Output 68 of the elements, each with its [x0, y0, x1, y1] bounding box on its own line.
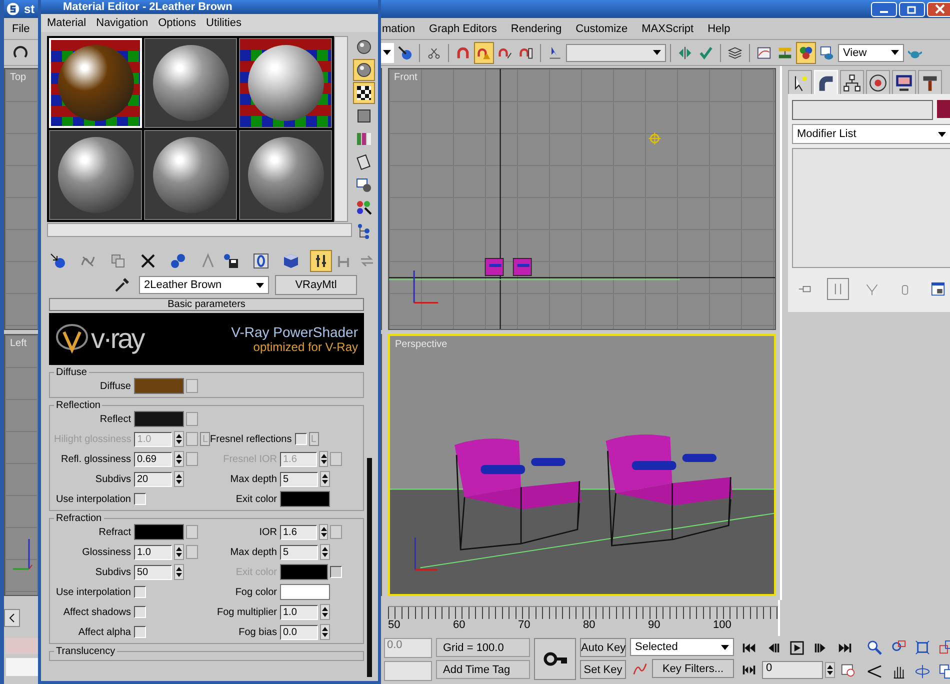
menu-item[interactable]: Graph Editors	[427, 22, 499, 36]
modifier-list-dropdown[interactable]: Modifier List	[792, 124, 950, 144]
field-label: Exit color	[234, 494, 277, 504]
number-field[interactable]: 0.69	[134, 452, 172, 466]
grid-status: Grid = 100.0	[436, 638, 530, 657]
auto-key-button[interactable]: Auto Key	[580, 638, 626, 657]
field-label: Max depth	[229, 546, 277, 558]
frame-number: 80	[583, 619, 596, 631]
field-label: Affect alpha	[77, 626, 131, 638]
field-label: Fog multiplier	[216, 606, 277, 618]
frame-number: 60	[453, 619, 466, 631]
logo-text: v·ray	[91, 322, 144, 356]
group-title: Reflection	[55, 400, 102, 411]
key-filters-button[interactable]: Key Filters...	[652, 659, 734, 678]
banner-subtitle: optimized for V-Ray	[253, 340, 358, 354]
field-label: Fog color	[234, 586, 277, 598]
field-label: Glossiness	[81, 546, 131, 558]
reference-dropdown[interactable]: View	[838, 44, 904, 62]
menu-item[interactable]: mation	[380, 22, 418, 36]
group-title: Translucency	[55, 646, 116, 657]
group-title: Diffuse	[55, 367, 88, 378]
field-label: Affect shadows	[62, 606, 131, 618]
group-title: Refraction	[55, 513, 103, 524]
menu-item[interactable]: Material	[45, 16, 88, 30]
field-label: Refl. glossiness	[60, 454, 131, 464]
frame-field[interactable]: 0	[762, 660, 823, 678]
field-label: Use interpolation	[54, 494, 131, 504]
field-label: Fresnel reflections	[210, 434, 292, 444]
field-label: Use interpolation	[54, 586, 131, 598]
material-type-button[interactable]: VRayMtl	[275, 275, 357, 295]
menu-item[interactable]: Options	[156, 16, 198, 30]
frame-number: 90	[648, 619, 662, 631]
field-label: Reflect	[98, 414, 131, 424]
number-field[interactable]: 1.6	[280, 524, 317, 540]
field-label: Fog bias	[238, 626, 277, 638]
number-field[interactable]: 1.0	[280, 604, 318, 620]
menu-item[interactable]: File	[10, 22, 32, 36]
field-label: Max depth	[229, 474, 277, 484]
frame-number: 100	[713, 619, 732, 631]
field-label: Subdivs	[94, 566, 131, 578]
number-field[interactable]: 0.0	[280, 624, 318, 640]
set-key-mode-button[interactable]: Set Key	[580, 660, 626, 679]
rollout-header[interactable]: Basic parameters	[49, 298, 364, 311]
frame-number: 50	[388, 619, 402, 631]
field-label: IOR	[258, 526, 277, 538]
material-name-dropdown[interactable]: 2Leather Brown	[139, 276, 269, 294]
number-field[interactable]: 20	[134, 472, 172, 486]
number-field[interactable]: 5	[280, 544, 318, 560]
menu-item[interactable]: Customize	[574, 22, 630, 36]
field-label: Diffuse	[99, 380, 131, 392]
number-field[interactable]: 5	[280, 472, 318, 486]
key-mode-dropdown[interactable]: Selected	[630, 638, 734, 656]
menu-item[interactable]: MAXScript	[640, 22, 696, 36]
window-title: st	[24, 2, 35, 16]
banner-title: V-Ray PowerShader	[231, 324, 358, 340]
menu-item[interactable]: Navigation	[94, 16, 150, 30]
frame-number: 70	[518, 619, 532, 631]
coordinate-field[interactable]: 0.0	[384, 638, 432, 658]
window-title: Material Editor - 2Leather Brown	[41, 0, 378, 14]
field-label: Refract	[98, 526, 131, 538]
menu-item[interactable]: Help	[706, 22, 732, 36]
timeline-ruler[interactable]: 50 60 70 80 90 100	[386, 600, 780, 636]
number-field[interactable]: 50	[134, 564, 172, 580]
menu-item[interactable]: Rendering	[508, 22, 564, 36]
menu-item[interactable]: Utilities	[204, 16, 244, 30]
add-time-tag-button[interactable]: Add Time Tag	[436, 660, 530, 679]
number-field[interactable]: 1.0	[134, 544, 172, 560]
field-label: Subdivs	[94, 474, 131, 484]
